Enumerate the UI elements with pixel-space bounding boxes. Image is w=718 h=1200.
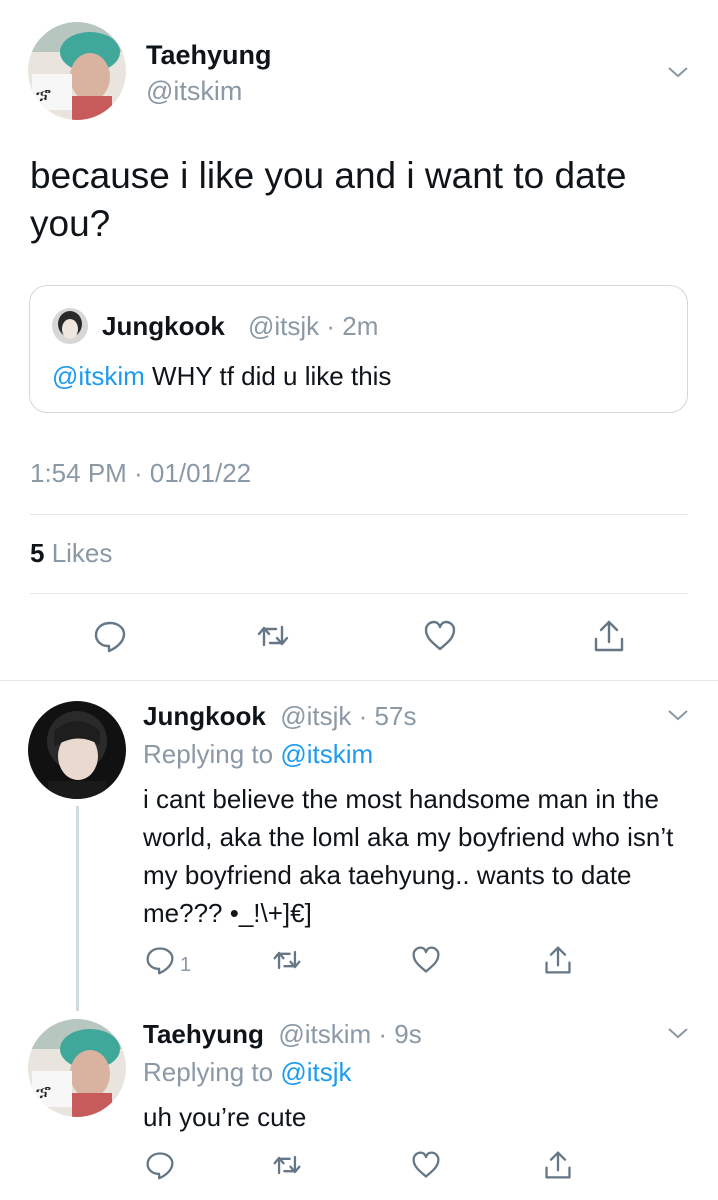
reply-author-name[interactable]: Jungkook: [143, 701, 266, 731]
reply-author-handle[interactable]: @itskim · 9s: [278, 1019, 421, 1049]
like-icon[interactable]: [411, 945, 441, 975]
thread-line: [76, 806, 79, 1011]
like-icon[interactable]: [411, 1150, 441, 1180]
quoted-tweet-card[interactable]: Jungkook @itsjk · 2m @itskim WHY tf did …: [29, 285, 688, 413]
replying-to: Replying to @itskim: [143, 739, 374, 769]
share-icon[interactable]: [592, 619, 626, 653]
like-icon[interactable]: [423, 619, 457, 653]
divider: [30, 514, 688, 515]
reply-count: 1: [180, 954, 192, 976]
reply-author-handle[interactable]: @itsjk · 57s: [280, 701, 416, 731]
retweet-icon[interactable]: [256, 619, 290, 653]
retweet-icon[interactable]: [272, 1150, 302, 1180]
svg-text:ኇ: ኇ: [36, 84, 51, 105]
quoted-author-name: Jungkook: [102, 311, 225, 341]
mention-link[interactable]: @itsjk: [280, 1057, 351, 1087]
reply-header: Jungkook @itsjk · 57s: [143, 701, 416, 732]
quoted-author-handle: @itsjk · 2m: [248, 311, 379, 341]
avatar[interactable]: [28, 701, 126, 799]
share-icon[interactable]: [543, 945, 573, 975]
likes-count[interactable]: 5 Likes: [30, 538, 112, 569]
mention-link[interactable]: @itskim: [280, 739, 373, 769]
tweet-timestamp: 1:54 PM · 01/01/22: [30, 458, 252, 488]
reply-text: i cant believe the most handsome man in …: [143, 784, 674, 928]
retweet-icon[interactable]: [272, 945, 302, 975]
chevron-down-icon[interactable]: [666, 1021, 690, 1045]
reply-icon[interactable]: [145, 1150, 175, 1180]
avatar: [52, 308, 88, 344]
divider: [0, 680, 718, 681]
svg-text:ኇ: ኇ: [36, 1081, 51, 1102]
reply-text: uh you’re cute: [143, 1102, 307, 1132]
avatar[interactable]: ኇ: [28, 22, 126, 120]
author-handle[interactable]: @itskim: [146, 76, 242, 107]
chevron-down-icon[interactable]: [666, 703, 690, 727]
author-name[interactable]: Taehyung: [146, 40, 272, 71]
chevron-down-icon[interactable]: [666, 60, 690, 84]
tweet-text: because i like you and i want to date yo…: [30, 155, 627, 244]
reply-icon[interactable]: [93, 619, 127, 653]
reply-icon[interactable]: [145, 945, 175, 975]
divider: [30, 593, 688, 594]
quoted-tweet-text: @itskim WHY tf did u like this: [52, 361, 392, 391]
mention-link[interactable]: @itskim: [52, 361, 145, 391]
reply-author-name[interactable]: Taehyung: [143, 1019, 264, 1049]
avatar[interactable]: ኇ: [28, 1019, 126, 1117]
replying-to: Replying to @itsjk: [143, 1057, 352, 1087]
share-icon[interactable]: [543, 1150, 573, 1180]
reply-header: Taehyung @itskim · 9s: [143, 1019, 422, 1050]
